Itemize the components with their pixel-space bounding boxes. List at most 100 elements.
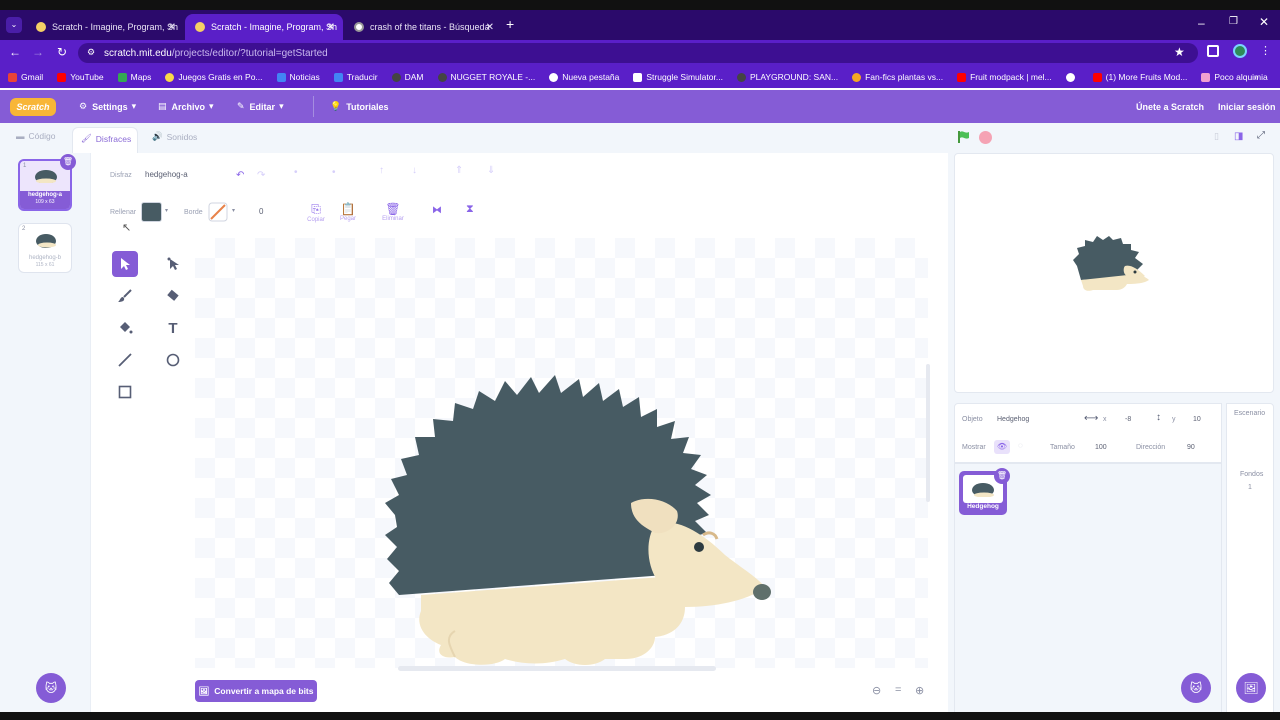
delete-sprite-icon[interactable]: 🗑 xyxy=(994,468,1010,484)
stage[interactable] xyxy=(954,153,1274,393)
tab-search-button[interactable]: ⌄ xyxy=(6,17,22,33)
zoom-in-icon[interactable]: ⊕ xyxy=(915,684,924,697)
size-input[interactable]: 100 xyxy=(1095,444,1107,451)
bookmarks-overflow-icon[interactable]: » xyxy=(1254,72,1259,82)
select-tool[interactable] xyxy=(112,251,138,277)
bookmark-maps[interactable]: Maps xyxy=(117,72,151,82)
stage-title: Escenario xyxy=(1234,410,1266,417)
circle-tool[interactable] xyxy=(160,347,186,373)
y-label: y xyxy=(1172,416,1176,423)
bookmark-fruit-modpack[interactable]: Fruit modpack | mel... xyxy=(957,72,1052,82)
bookmark-noticias[interactable]: Noticias xyxy=(276,72,320,82)
address-bar[interactable]: ⚙ scratch.mit.edu/projects/editor/?tutor… xyxy=(78,43,1198,63)
file-menu[interactable]: ▤ Archivo ▾ xyxy=(158,90,214,123)
hedgehog-sprite-on-stage[interactable] xyxy=(1073,236,1149,292)
zoom-reset-icon[interactable]: = xyxy=(895,684,901,696)
bookmark-globe[interactable] xyxy=(1065,72,1079,82)
outline-chevron-icon[interactable]: ▾ xyxy=(232,207,235,214)
add-backdrop-button[interactable]: 🖼 xyxy=(1236,673,1266,703)
brush-tool[interactable] xyxy=(112,283,138,309)
fill-color-swatch[interactable] xyxy=(141,202,162,222)
x-position-input[interactable]: -8 xyxy=(1125,416,1131,423)
x-label: x xyxy=(1103,416,1107,423)
stop-icon[interactable] xyxy=(979,131,992,144)
tab-sounds[interactable]: 🔊 Sonidos xyxy=(152,131,197,142)
flip-horizontal-icon[interactable]: ⧓ xyxy=(432,205,442,216)
text-tool[interactable]: T xyxy=(160,315,186,341)
close-tab-icon[interactable]: ✕ xyxy=(327,22,335,33)
sprite-name-input[interactable]: Hedgehog xyxy=(997,416,1029,423)
browser-tab[interactable]: Scratch - Imagine, Program, Sh ✕ xyxy=(26,14,184,40)
convert-to-bitmap-button[interactable]: 🖼 Convertir a mapa de bits xyxy=(195,680,317,702)
fill-chevron-icon[interactable]: ▾ xyxy=(165,207,168,214)
scratch-logo[interactable]: Scratch xyxy=(10,98,56,116)
minimize-icon[interactable]: – xyxy=(1198,16,1205,30)
rectangle-tool[interactable] xyxy=(112,379,138,405)
bookmark-fanfics[interactable]: Fan-fics plantas vs... xyxy=(852,72,943,82)
profile-avatar[interactable] xyxy=(1233,44,1247,58)
bookmark-gmail[interactable]: Gmail xyxy=(8,72,43,82)
browser-tab[interactable]: crash of the titans - Búsqueda ✕ xyxy=(344,14,502,40)
outline-width-input[interactable]: 0 xyxy=(259,207,263,216)
sidepanel-icon[interactable] xyxy=(1207,45,1219,57)
y-position-input[interactable]: 10 xyxy=(1193,416,1201,423)
tutorials-button[interactable]: 💡 Tutoriales xyxy=(330,90,389,123)
outline-color-swatch[interactable] xyxy=(208,202,228,222)
bookmark-dam[interactable]: DAM xyxy=(391,72,424,82)
direction-input[interactable]: 90 xyxy=(1187,444,1195,451)
bookmark-more-fruits[interactable]: (1) More Fruits Mod... xyxy=(1092,72,1187,82)
url-host: scratch.mit.edu xyxy=(104,47,172,59)
bookmark-star-icon[interactable]: ★ xyxy=(1174,45,1185,59)
tab-costumes[interactable]: 🖌 Disfraces xyxy=(81,133,131,144)
back-icon[interactable]: ← xyxy=(7,45,23,59)
eraser-tool[interactable] xyxy=(160,283,186,309)
delete-costume-icon[interactable]: 🗑 xyxy=(60,154,76,170)
forward-icon[interactable]: → xyxy=(30,45,46,59)
line-tool[interactable] xyxy=(112,347,138,373)
bookmark-juegos[interactable]: Juegos Gratis en Po... xyxy=(165,72,263,82)
restore-icon[interactable]: ❐ xyxy=(1229,16,1238,27)
hedgehog-costume-drawing[interactable] xyxy=(385,375,775,667)
costume-item-2[interactable]: 2 hedgehog-b 115 x 61 xyxy=(18,223,72,273)
costume-name-input[interactable]: hedgehog-a xyxy=(145,170,188,179)
undo-icon[interactable]: ↶ xyxy=(236,170,244,181)
show-visible-icon[interactable]: 👁 xyxy=(994,440,1010,454)
zoom-out-icon[interactable]: ⊖ xyxy=(872,684,881,697)
canvas-scrollbar-vertical[interactable] xyxy=(926,364,930,502)
flip-vertical-icon[interactable]: ⧗ xyxy=(466,203,474,216)
hide-icon[interactable]: ◌ xyxy=(1018,441,1023,450)
bookmark-nugget[interactable]: NUGGET ROYALE -... xyxy=(437,72,535,82)
delete-button[interactable]: 🗑 Eliminar xyxy=(378,202,408,222)
add-sprite-button[interactable]: 🐱 xyxy=(1181,673,1211,703)
fill-tool[interactable] xyxy=(112,315,138,341)
bookmark-nueva-pestana[interactable]: Nueva pestaña xyxy=(549,72,619,82)
tab-code[interactable]: ▬ Código xyxy=(16,131,55,141)
close-tab-icon[interactable]: ✕ xyxy=(168,22,176,33)
green-flag-icon[interactable] xyxy=(957,130,971,144)
browser-tab-active[interactable]: Scratch - Imagine, Program, Sh ✕ xyxy=(185,14,343,40)
edit-menu[interactable]: ✎ Editar ▾ xyxy=(237,90,284,123)
normal-stage-icon[interactable]: ◨ xyxy=(1234,131,1243,142)
bookmark-traducir[interactable]: Traducir xyxy=(333,72,378,82)
settings-menu[interactable]: ⚙ Settings ▾ xyxy=(79,90,136,123)
copy-button[interactable]: ⎘ Copiar xyxy=(301,202,331,223)
reload-icon[interactable]: ↻ xyxy=(54,45,70,59)
join-scratch-link[interactable]: Únete a Scratch xyxy=(1136,90,1204,123)
close-window-icon[interactable]: ✕ xyxy=(1259,15,1269,29)
bookmark-youtube[interactable]: YouTube xyxy=(57,72,104,82)
site-info-icon[interactable]: ⚙ xyxy=(87,47,95,58)
small-stage-icon[interactable]: ▯ xyxy=(1214,131,1219,142)
new-tab-icon[interactable]: + xyxy=(506,16,514,32)
reshape-tool[interactable] xyxy=(160,251,186,277)
bookmark-struggle[interactable]: Struggle Simulator... xyxy=(633,72,723,82)
redo-icon[interactable]: ↷ xyxy=(257,170,265,181)
stage-selector[interactable] xyxy=(1226,403,1274,715)
canvas-scrollbar-horizontal[interactable] xyxy=(398,666,716,671)
browser-menu-icon[interactable]: ⋮ xyxy=(1260,44,1271,57)
close-tab-icon[interactable]: ✕ xyxy=(486,22,494,33)
paste-button[interactable]: 📋 Pegar xyxy=(333,202,363,222)
fullscreen-icon[interactable]: ⤢ xyxy=(1257,130,1265,141)
bookmark-playground[interactable]: PLAYGROUND: SAN... xyxy=(736,72,838,82)
add-costume-button[interactable]: 🐱 xyxy=(36,673,66,703)
sign-in-link[interactable]: Iniciar sesión xyxy=(1218,90,1276,123)
